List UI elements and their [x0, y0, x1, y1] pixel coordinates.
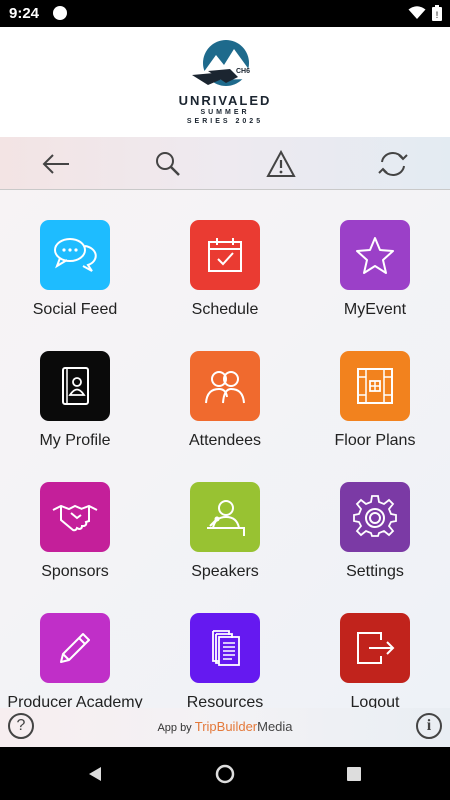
app-credit[interactable]: App by TripBuilderMedia — [0, 719, 450, 734]
handshake-icon — [40, 482, 110, 552]
tile-label: Producer Academy — [7, 694, 143, 708]
tile-resources[interactable]: Resources — [150, 613, 300, 708]
tile-speakers[interactable]: Speakers — [150, 482, 300, 581]
back-nav-button[interactable] — [82, 761, 108, 787]
tile-label: Settings — [346, 563, 404, 580]
refresh-icon — [378, 152, 408, 176]
profile-book-icon — [40, 351, 110, 421]
tile-label: Social Feed — [32, 301, 118, 318]
tile-label: Logout — [350, 694, 400, 708]
speaker-podium-icon — [190, 482, 260, 552]
calendar-check-icon — [190, 220, 260, 290]
star-icon — [340, 220, 410, 290]
tile-label: Sponsors — [41, 563, 109, 580]
svg-text:!: ! — [436, 10, 439, 20]
tile-schedule[interactable]: Schedule — [150, 220, 300, 319]
tile-social-feed[interactable]: Social Feed — [0, 220, 150, 319]
gear-icon — [340, 482, 410, 552]
tile-label: Speakers — [191, 563, 259, 580]
event-logo: CH6 — [192, 40, 256, 86]
warning-icon — [266, 150, 296, 177]
triangle-back-icon — [89, 767, 101, 781]
pencil-icon — [40, 613, 110, 683]
android-nav-bar — [0, 747, 450, 800]
status-bar: 9:24 ! — [0, 0, 450, 27]
tile-label: Resources — [186, 694, 264, 708]
battery-icon: ! — [432, 5, 442, 21]
recents-nav-button[interactable] — [341, 761, 367, 787]
people-icon — [190, 351, 260, 421]
status-time: 9:24 — [9, 5, 40, 22]
tile-logout[interactable]: Logout — [300, 613, 450, 708]
logout-icon — [340, 613, 410, 683]
alerts-button[interactable] — [264, 147, 298, 181]
tile-label: Schedule — [191, 301, 259, 318]
square-recents-icon — [347, 767, 361, 781]
svg-text:CH6: CH6 — [236, 68, 250, 75]
tile-my-profile[interactable]: My Profile — [0, 351, 150, 450]
search-button[interactable] — [151, 147, 185, 181]
brand-name-media: Media — [257, 719, 293, 734]
tile-label: MyEvent — [343, 301, 407, 318]
chat-bubbles-icon — [40, 220, 110, 290]
search-icon — [156, 152, 180, 176]
tile-producer-academy[interactable]: Producer Academy — [0, 613, 150, 708]
tile-label: Attendees — [188, 432, 262, 449]
logo-subtitle-2: SERIES 2025 — [186, 118, 264, 125]
app-credit-prefix: App by — [157, 722, 192, 734]
tile-attendees[interactable]: Attendees — [150, 351, 300, 450]
status-icons: ! — [408, 5, 442, 21]
documents-icon — [190, 613, 260, 683]
back-button[interactable] — [39, 147, 73, 181]
app-notification-icon — [53, 6, 67, 20]
info-button[interactable]: i — [416, 713, 442, 739]
home-nav-button[interactable] — [212, 761, 238, 787]
floor-plan-icon — [340, 351, 410, 421]
sync-button[interactable] — [376, 147, 410, 181]
tile-settings[interactable]: Settings — [300, 482, 450, 581]
toolbar — [0, 137, 450, 190]
wifi-icon — [408, 6, 426, 19]
arrow-left-icon — [42, 154, 69, 174]
tile-label: Floor Plans — [334, 432, 416, 449]
brand-name-tripbuilder: TripBuilder — [194, 719, 258, 734]
app-header: CH6 UNRIVALED SUMMER SERIES 2025 — [0, 27, 450, 137]
footer-bar: ? App by TripBuilderMedia i — [0, 708, 450, 747]
logo-subtitle-1: SUMMER — [200, 109, 250, 116]
tile-label: My Profile — [39, 432, 111, 449]
tile-sponsors[interactable]: Sponsors — [0, 482, 150, 581]
logo-title: UNRIVALED — [178, 93, 272, 108]
menu-grid: Social Feed Schedule MyEvent My Profile … — [0, 190, 450, 708]
tile-floor-plans[interactable]: Floor Plans — [300, 351, 450, 450]
tile-myevent[interactable]: MyEvent — [300, 220, 450, 319]
circle-home-icon — [215, 764, 235, 784]
